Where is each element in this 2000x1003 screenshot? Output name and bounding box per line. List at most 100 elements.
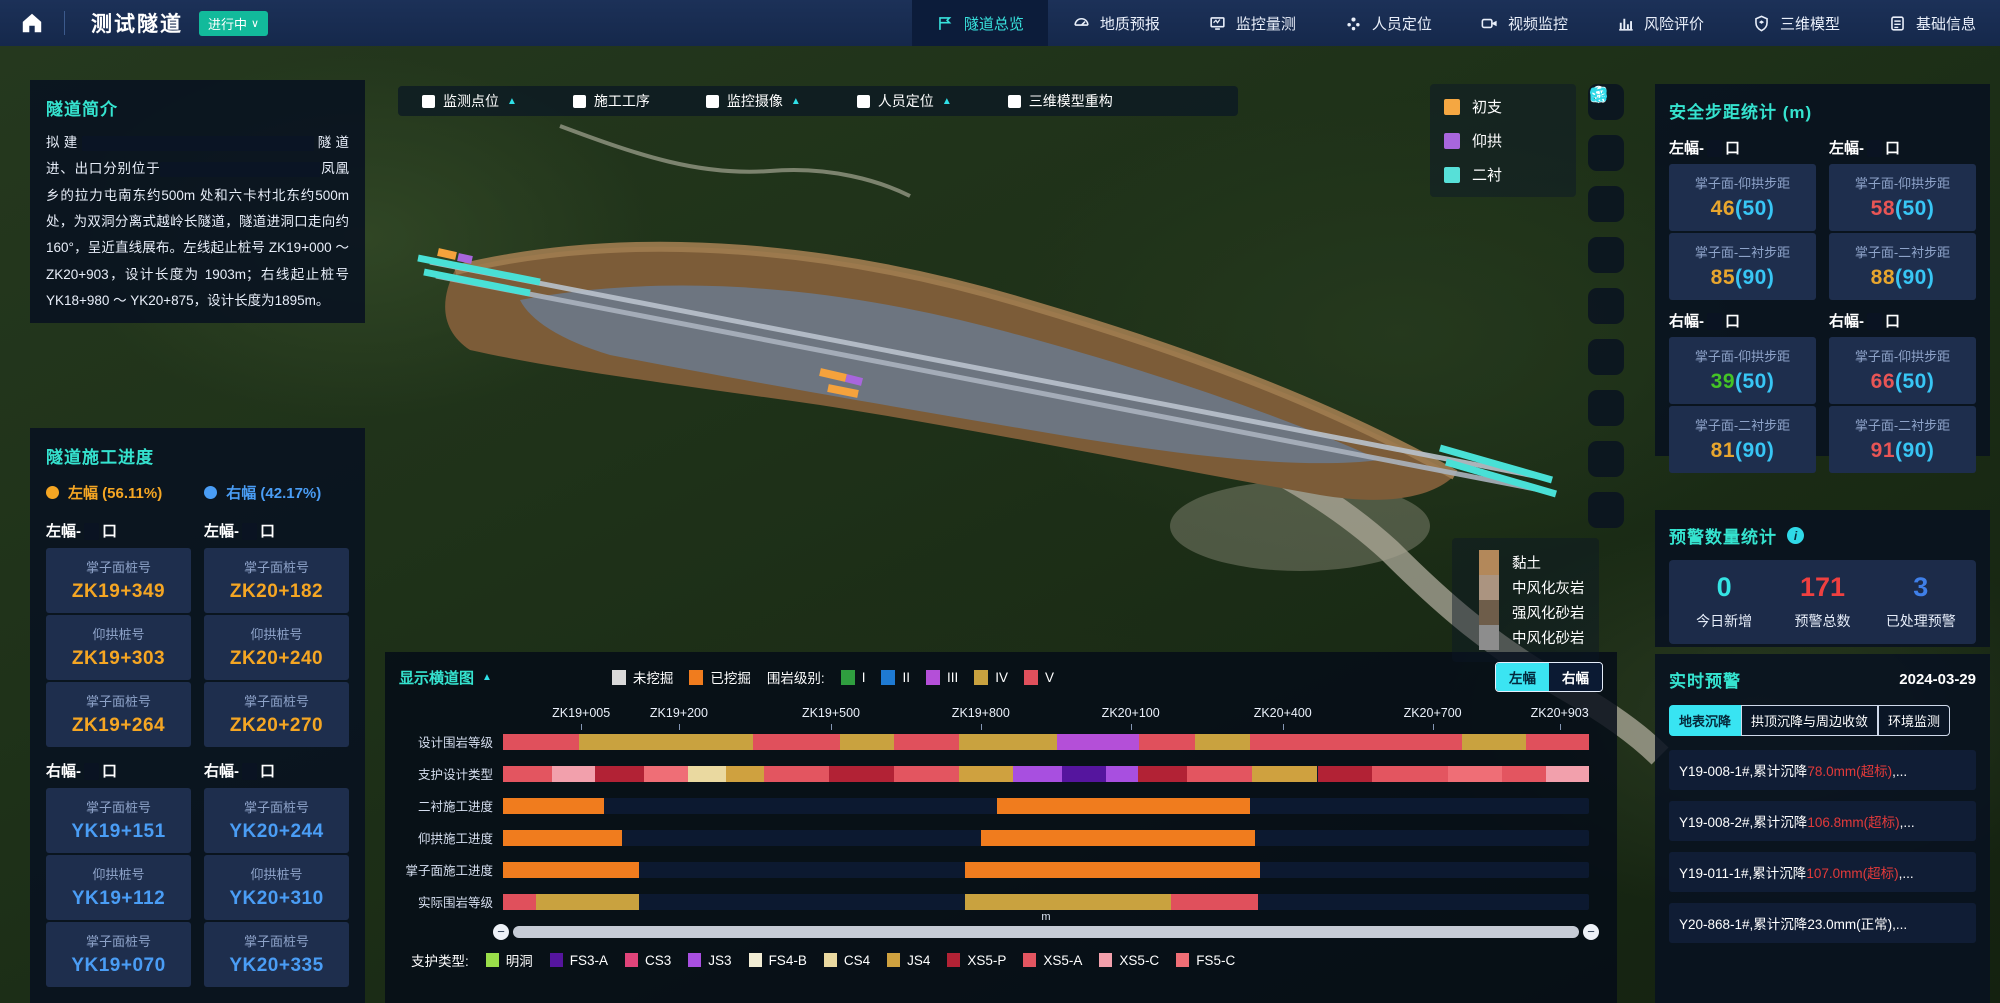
rock-grade-label: I	[862, 670, 866, 685]
geology-legend-item: 黏土	[1466, 550, 1585, 575]
caption-text: 左幅-	[204, 523, 239, 540]
nav-tab-隧道总览[interactable]: 隧道总览	[912, 0, 1048, 46]
alert-item[interactable]: Y19-008-2#,累计沉降106.8mm(超标),...	[1669, 801, 1976, 841]
side-toggle-右幅[interactable]: 右幅	[1549, 663, 1602, 691]
intro-text: 凤凰乡的拉力屯南东约500m 处和六卡村北东约500m 处，为双洞分离式越岭长隧…	[46, 161, 349, 308]
collapse-arrow-icon[interactable]: ▲	[507, 96, 517, 107]
value-number: 39	[1711, 370, 1735, 393]
chart-segment	[894, 734, 959, 750]
data-card-value: YK19+070	[46, 955, 191, 977]
chart-scrollbar[interactable]	[513, 926, 1579, 938]
checkbox[interactable]	[1008, 95, 1021, 108]
axis-tickmark	[1283, 724, 1284, 730]
people-icon	[1344, 14, 1363, 33]
main-nav: 隧道总览 地质预报 监控量测人员定位视频监控风险评价 三维模型 基础信息	[912, 0, 2000, 46]
support-type-item: XS5-C	[1099, 953, 1159, 968]
support-type-item: JS3	[688, 953, 731, 968]
nav-tab-三维模型[interactable]: 三维模型	[1728, 0, 1864, 46]
map-tool-tunnel[interactable]	[1588, 288, 1624, 324]
nav-tab-人员定位[interactable]: 人员定位	[1320, 0, 1456, 46]
layer-toggle-三维模型重构: 三维模型重构	[1008, 91, 1113, 111]
alert-item[interactable]: Y19-011-1#,累计沉降107.0mm(超标),...	[1669, 852, 1976, 892]
map-tool-image[interactable]	[1588, 390, 1624, 426]
map-tool-location[interactable]	[1588, 186, 1624, 222]
legend-color-chip	[625, 953, 638, 967]
chart-segment	[1250, 734, 1462, 750]
caption-text: 左幅-	[1829, 140, 1864, 157]
info-icon[interactable]: i	[1787, 527, 1804, 544]
card-stack: 掌子面桩号YK20+244仰拱桩号YK20+310掌子面桩号YK20+335	[204, 788, 349, 987]
map-tool-stack[interactable]	[1588, 339, 1624, 375]
zoom-out-right-icon[interactable]: −	[1583, 924, 1599, 940]
caption-redacted: 出	[1867, 140, 1882, 157]
checkbox[interactable]	[706, 95, 719, 108]
realtime-tab-拱顶沉降与周边收敛[interactable]: 拱顶沉降与周边收敛	[1741, 705, 1878, 736]
chart-row: 实际围岩等级	[399, 892, 1603, 911]
alert-item[interactable]: Y19-008-1#,累计沉降78.0mm(超标),...	[1669, 750, 1976, 790]
data-card-value: 58(50)	[1829, 197, 1976, 221]
map-tool-layers[interactable]	[1588, 237, 1624, 273]
home-button[interactable]	[0, 0, 64, 46]
side-toggle-左幅[interactable]: 左幅	[1496, 663, 1549, 691]
chart-segment	[1057, 734, 1140, 750]
warning-stat-label: 预警总数	[1773, 611, 1871, 631]
caption-redacted: 进	[1707, 140, 1722, 157]
nav-tab-地质预报[interactable]: 地质预报	[1048, 0, 1184, 46]
chart-segment	[503, 830, 622, 846]
support-type-label: FS4-B	[769, 953, 807, 968]
checkbox[interactable]	[422, 95, 435, 108]
nav-tab-风险评价[interactable]: 风险评价	[1592, 0, 1728, 46]
data-card-value: 85(90)	[1669, 266, 1816, 290]
legend-color-chip	[550, 953, 563, 967]
alert-item[interactable]: Y20-868-1#,累计沉降23.0mm(正常),...	[1669, 903, 1976, 943]
layer-toggle-label: 三维模型重构	[1029, 91, 1113, 111]
chart-row: 掌子面施工进度	[399, 860, 1603, 879]
map-tool-strip	[1588, 84, 1624, 528]
dashboard: 监测点位▲施工工序监控摄像▲人员定位▲三维模型重构 初支仰拱二衬 黏土中风化灰岩…	[0, 0, 2000, 1003]
chart-segment	[503, 862, 639, 878]
safety-title: 安全步距统计 (m)	[1669, 98, 1976, 123]
nav-tab-基础信息[interactable]: 基础信息	[1864, 0, 2000, 46]
panel-icon	[1588, 84, 1609, 105]
intro-title: 隧道简介	[46, 95, 349, 120]
nav-tab-label: 三维模型	[1780, 13, 1840, 34]
value-number: 88	[1871, 266, 1895, 289]
realtime-tab-环境监测[interactable]: 环境监测	[1878, 705, 1950, 736]
nav-tab-监控量测[interactable]: 监控量测	[1184, 0, 1320, 46]
nav-tab-视频监控[interactable]: 视频监控	[1456, 0, 1592, 46]
nav-tab-label: 隧道总览	[964, 13, 1024, 34]
chart-segment	[1138, 766, 1187, 782]
map-tool-panel[interactable]	[1588, 492, 1624, 528]
checkbox[interactable]	[573, 95, 586, 108]
progress-title: 隧道施工进度	[46, 443, 349, 468]
status-badge[interactable]: 进行中 ∨	[199, 11, 268, 36]
data-card-label: 掌子面桩号	[46, 691, 191, 710]
progress-legend-label: 左幅 (56.11%)	[68, 482, 162, 503]
zoom-out-left-icon[interactable]: −	[493, 924, 509, 940]
caption-text: 右幅-	[1829, 313, 1864, 330]
map-tool-globe[interactable]	[1588, 135, 1624, 171]
collapse-arrow-icon[interactable]: ▲	[791, 96, 801, 107]
warning-stat-label: 今日新增	[1675, 611, 1773, 631]
map-tool-survey[interactable]	[1588, 441, 1624, 477]
legend-color-chip	[1023, 953, 1036, 967]
invert-marker-mid	[846, 378, 862, 382]
collapse-arrow-icon[interactable]: ▲	[942, 96, 952, 107]
support-type-label: JS4	[907, 953, 930, 968]
layer-toggle-label: 人员定位	[878, 91, 934, 111]
data-card: 掌子面桩号ZK20+182	[204, 548, 349, 613]
camera-icon	[1480, 14, 1499, 33]
legend-color-chip	[688, 953, 701, 967]
data-card-label: 仰拱桩号	[46, 624, 191, 643]
support-type-label: XS5-A	[1043, 953, 1082, 968]
realtime-tab-地表沉降[interactable]: 地表沉降	[1669, 705, 1741, 736]
data-card-label: 掌子面-二衬步距	[1669, 415, 1816, 434]
checkbox[interactable]	[857, 95, 870, 108]
nav-tab-label: 地质预报	[1100, 13, 1160, 34]
axis-tick-label: ZK19+800	[952, 706, 1010, 720]
chart-segment	[1526, 734, 1589, 750]
chart-collapse-toggle[interactable]: 显示横道图 ▲	[399, 667, 492, 688]
legend-color-chip	[1444, 167, 1460, 183]
axis-tickmark	[981, 724, 982, 730]
data-card-value: ZK20+270	[204, 715, 349, 737]
